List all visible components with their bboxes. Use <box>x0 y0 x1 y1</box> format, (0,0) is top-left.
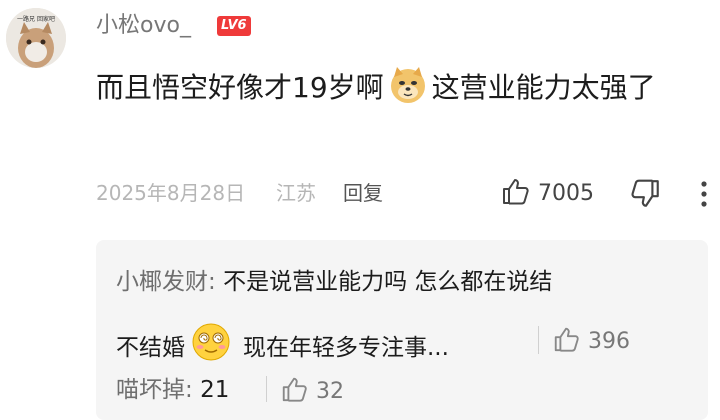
like-count: 7005 <box>538 180 594 206</box>
divider <box>266 376 267 402</box>
thumbs-up-icon <box>552 325 580 357</box>
reply-item[interactable]: 喵坏掉: 21 <box>116 374 229 406</box>
reply-like-button[interactable]: 32 <box>280 375 344 407</box>
comment-text: 而且悟空好像才19岁啊 这营业能力太强了 <box>96 64 702 119</box>
comment-location: 江苏 <box>276 181 316 205</box>
avatar-caption: 一路兄 回家吧 <box>17 16 55 23</box>
username[interactable]: 小松ovo_ <box>96 11 191 41</box>
reply-text-part2b: 现在年轻多专注事... <box>243 334 449 361</box>
comment-text-part2: 这营业能力太强了 <box>431 71 656 104</box>
more-options-icon[interactable] <box>700 180 708 214</box>
reply-author[interactable]: 喵坏掉: <box>116 377 193 403</box>
comment-date: 2025年8月28日 <box>96 181 246 205</box>
avatar[interactable]: 一路兄 回家吧 <box>6 8 66 68</box>
reply-like-button[interactable]: 396 <box>552 325 630 357</box>
thumbs-up-icon <box>500 176 530 210</box>
reply-text: 21 <box>200 377 230 403</box>
comment-text-part1: 而且悟空好像才19岁啊 <box>96 71 384 104</box>
reply-text-line1: 不是说营业能力吗 怎么都在说结 <box>223 269 553 295</box>
reply-item[interactable]: 小椰发财: 不是说营业能力吗 怎么都在说结 <box>116 267 552 297</box>
reply-button[interactable]: 回复 <box>343 178 383 208</box>
reply-text-line2: 不结婚 现在年轻多专注事... <box>116 322 449 373</box>
reply-like-count: 32 <box>316 378 344 404</box>
dizzy-face-emoji-icon <box>191 322 231 373</box>
reply-text-part2a: 不结婚 <box>116 334 185 361</box>
thumbs-up-icon <box>280 375 308 407</box>
reply-author[interactable]: 小椰发财: <box>116 269 216 295</box>
divider <box>538 326 539 354</box>
reply-like-count: 396 <box>588 328 630 354</box>
level-badge: LV6 <box>217 16 251 36</box>
doge-emoji-icon <box>388 65 428 119</box>
thumbs-down-icon[interactable] <box>630 178 662 214</box>
like-button[interactable]: 7005 <box>500 176 594 210</box>
